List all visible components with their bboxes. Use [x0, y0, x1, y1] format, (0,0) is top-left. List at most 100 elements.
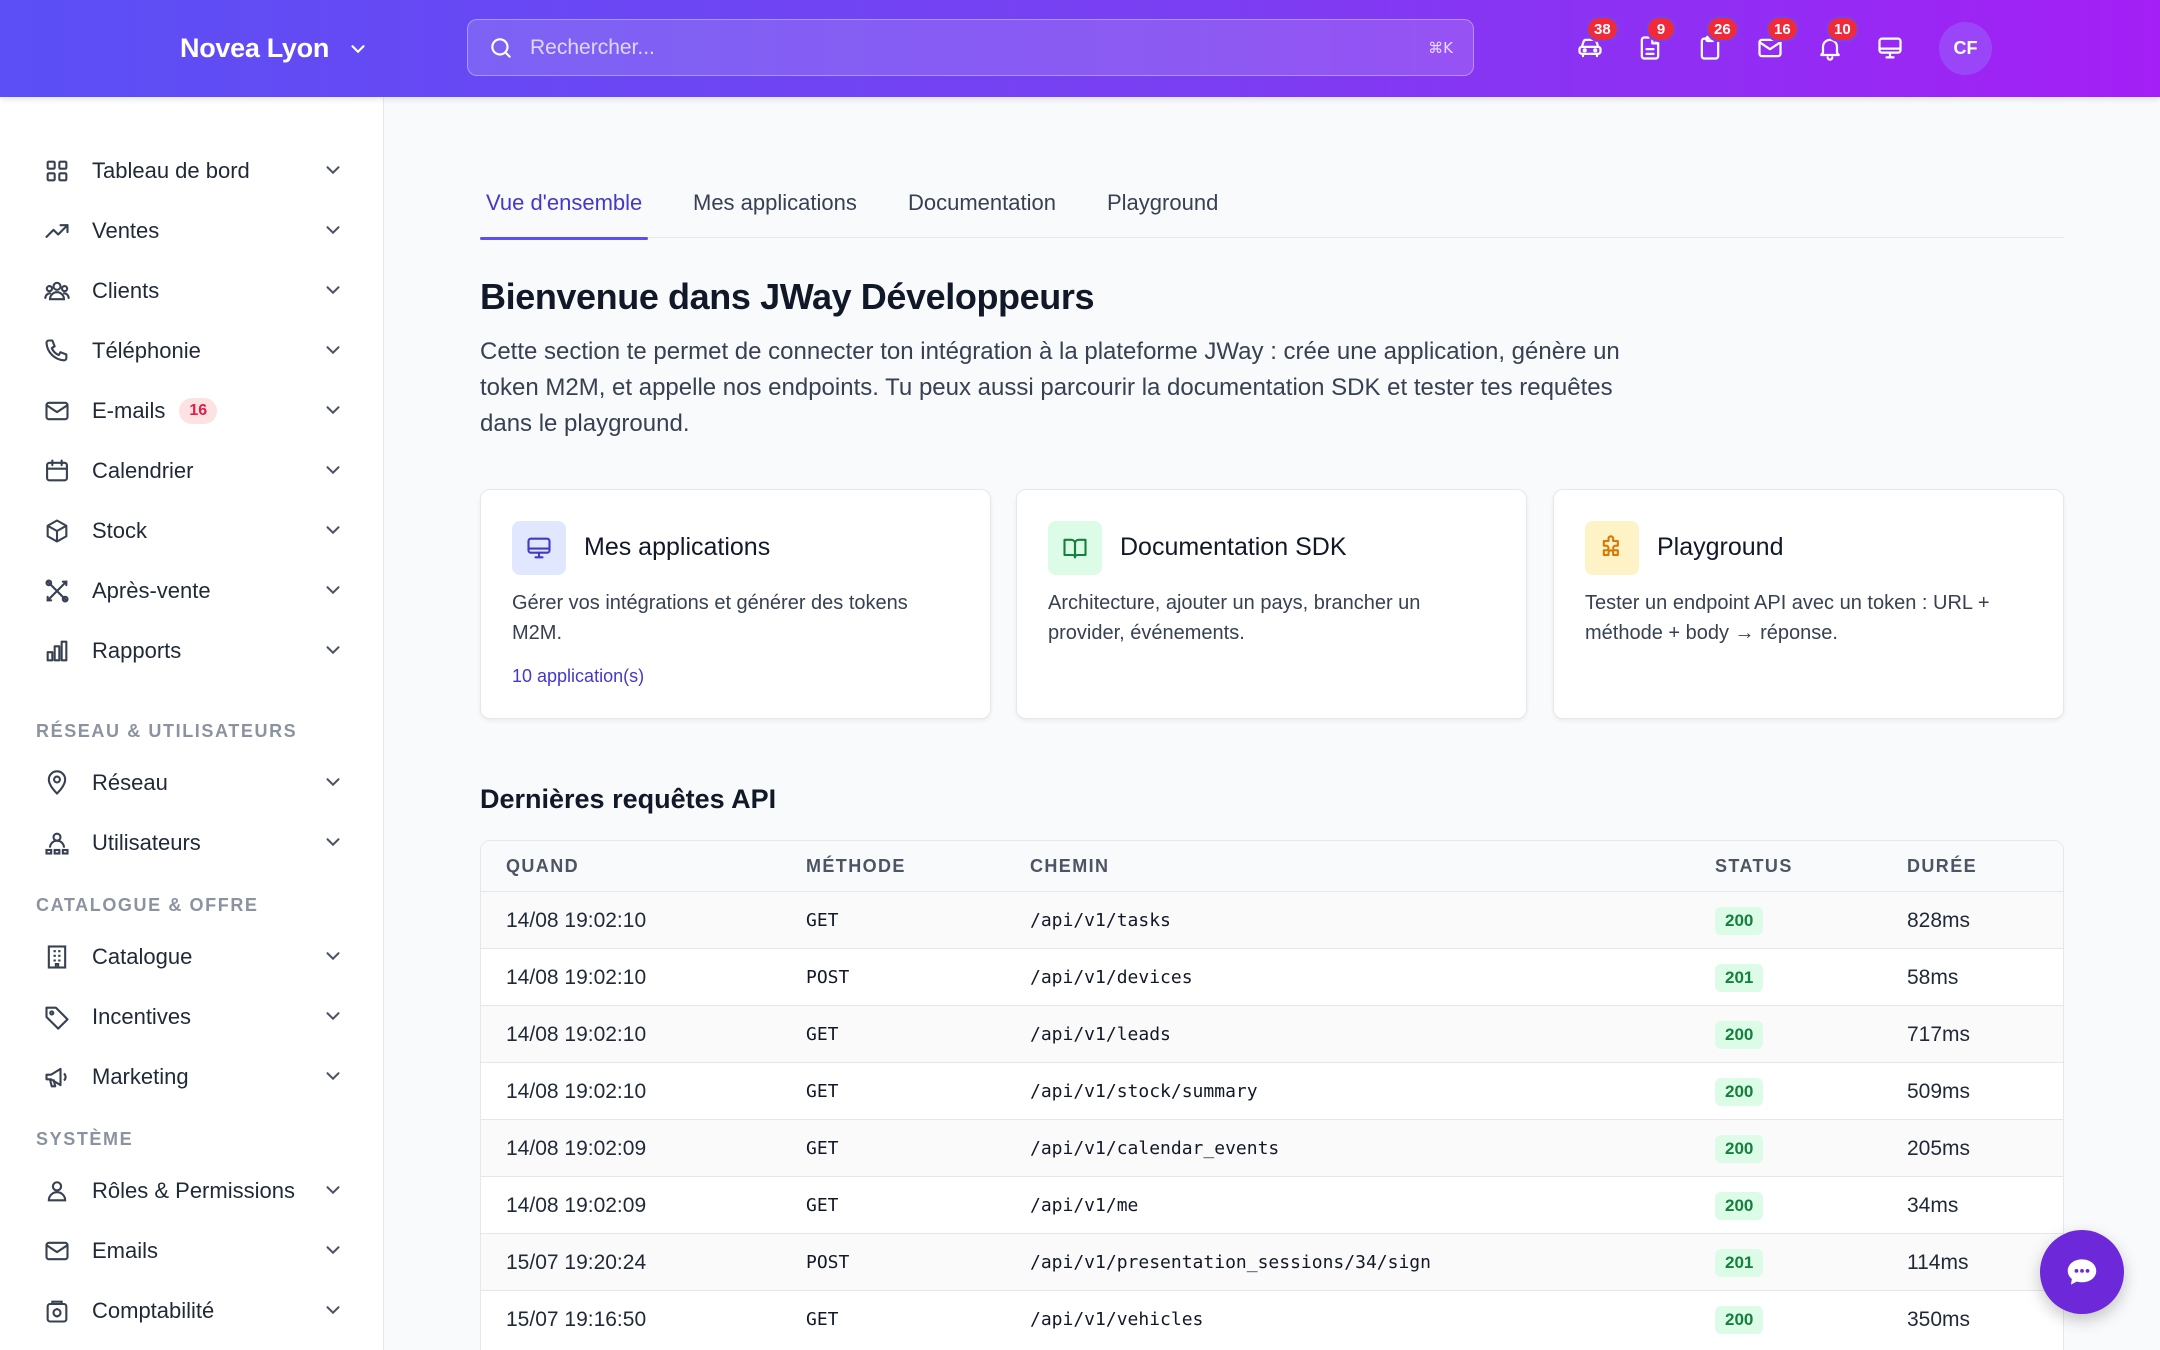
- page-title: Bienvenue dans JWay Développeurs: [480, 276, 1095, 317]
- status-badge: 200: [1715, 1020, 1764, 1049]
- notifications-button[interactable]: 10: [1810, 16, 1859, 68]
- chat-button[interactable]: [2040, 1230, 2124, 1314]
- grid-icon: [42, 156, 72, 186]
- sidebar-item-calendrier[interactable]: Calendrier: [28, 445, 358, 497]
- notification-badge: 26: [1706, 16, 1739, 42]
- location-icon: [42, 768, 72, 798]
- tab-vue-ensemble[interactable]: Vue d'ensemble: [479, 178, 649, 240]
- sidebar-item-incentives[interactable]: Incentives: [28, 991, 358, 1043]
- megaphone-icon: [42, 1062, 72, 1092]
- chevron-down-icon: [326, 1186, 340, 1195]
- sidebar-item-marketing[interactable]: Marketing: [28, 1051, 358, 1103]
- car-button[interactable]: 38: [1570, 16, 1619, 68]
- table-row[interactable]: 14/08 19:02:10 GET /api/v1/tasks 200 828…: [481, 891, 2063, 948]
- cell-method: GET: [806, 1309, 839, 1330]
- cell-duration: 509ms: [1907, 1079, 1971, 1103]
- card-mes-applications[interactable]: Mes applications Gérer vos intégrations …: [480, 489, 991, 719]
- search-shortcut: ⌘K: [1428, 38, 1453, 57]
- table-row[interactable]: 15/07 19:20:24 POST /api/v1/presentation…: [481, 1233, 2063, 1290]
- cell-path: /api/v1/leads: [1030, 1024, 1171, 1045]
- cell-path: /api/v1/vehicles: [1030, 1309, 1204, 1330]
- card-playground[interactable]: Playground Tester un endpoint API avec u…: [1553, 489, 2064, 719]
- display-button[interactable]: [1870, 28, 1910, 68]
- sidebar-item-catalogue[interactable]: Catalogue: [28, 931, 358, 983]
- sidebar-item-label: Réseau: [92, 770, 168, 795]
- card-description: Architecture, ajouter un pays, brancher …: [1048, 592, 1421, 644]
- cell-when: 14/08 19:02:09: [506, 1193, 647, 1217]
- tab-documentation[interactable]: Documentation: [908, 178, 1056, 238]
- sidebar-item-tableau-de-bord[interactable]: Tableau de bord: [28, 145, 358, 197]
- card-description: Gérer vos intégrations et générer des to…: [512, 592, 908, 644]
- card-documentation-sdk[interactable]: Documentation SDK Architecture, ajouter …: [1016, 489, 1527, 719]
- section-heading-catalog: CATALOGUE & OFFRE: [36, 895, 259, 915]
- applications-count-link[interactable]: 10 application(s): [512, 666, 644, 687]
- user-icon: [42, 1176, 72, 1206]
- mail-button[interactable]: 16: [1750, 16, 1799, 68]
- cell-method: GET: [806, 910, 839, 931]
- cell-when: 14/08 19:02:09: [506, 1136, 647, 1160]
- cell-duration: 717ms: [1907, 1022, 1971, 1046]
- cell-when: 15/07 19:16:50: [506, 1307, 647, 1331]
- tasks-button[interactable]: 26: [1690, 16, 1739, 68]
- tab-mes-applications[interactable]: Mes applications: [693, 178, 857, 238]
- tab-playground[interactable]: Playground: [1107, 178, 1218, 238]
- sidebar-item-rapports[interactable]: Rapports: [28, 625, 358, 677]
- table-row[interactable]: 14/08 19:02:10 GET /api/v1/leads 200 717…: [481, 1005, 2063, 1062]
- sidebar-item-stock[interactable]: Stock: [28, 505, 358, 557]
- cell-when: 14/08 19:02:10: [506, 908, 647, 932]
- table-row[interactable]: 14/08 19:02:09 GET /api/v1/calendar_even…: [481, 1119, 2063, 1176]
- sidebar-item-label: Incentives: [92, 1004, 192, 1029]
- top-bar: Novea Lyon ⌘K 38 9 26 16 10 CF: [0, 0, 2160, 97]
- cell-path: /api/v1/devices: [1030, 967, 1193, 988]
- table-row[interactable]: 15/07 19:16:50 GET /api/v1/vehicles 200 …: [481, 1290, 2063, 1347]
- sidebar-item-clients[interactable]: Clients: [28, 265, 358, 317]
- sidebar-item-label: Catalogue: [92, 944, 193, 969]
- sidebar-item-label: Stock: [92, 518, 148, 543]
- documents-button[interactable]: 9: [1630, 16, 1676, 68]
- user-network-icon: [42, 828, 72, 858]
- avatar[interactable]: CF: [1939, 22, 1992, 75]
- table-row[interactable]: 14/08 19:02:10 GET /api/v1/stock/summary…: [481, 1062, 2063, 1119]
- chevron-down-icon: [326, 346, 340, 355]
- requests-section-title: Dernières requêtes API: [480, 784, 777, 814]
- chevron-down-icon: [326, 1246, 340, 1255]
- search-bar[interactable]: ⌘K: [467, 19, 1474, 76]
- brand-name: Novea Lyon: [180, 33, 330, 63]
- mail-icon: [42, 1236, 72, 1266]
- sidebar-item-comptabilite[interactable]: Comptabilité: [28, 1285, 358, 1337]
- sidebar-item-roles-permissions[interactable]: Rôles & Permissions: [28, 1165, 358, 1217]
- sidebar-item-apres-vente[interactable]: Après-vente: [28, 565, 358, 617]
- cell-duration: 828ms: [1907, 908, 1971, 932]
- cell-when: 14/08 19:02:10: [506, 1022, 647, 1046]
- table-row[interactable]: 14/08 19:02:10 POST /api/v1/devices 201 …: [481, 948, 2063, 1005]
- cell-method: POST: [806, 1252, 850, 1273]
- sidebar-item-e-mails[interactable]: E-mails 16: [28, 385, 358, 437]
- notification-badge: 10: [1826, 16, 1859, 42]
- chevron-down-icon: [326, 406, 340, 415]
- brand-switcher[interactable]: Novea Lyon: [180, 0, 369, 97]
- cell-duration: 34ms: [1907, 1193, 1959, 1217]
- sidebar-item-label: Tableau de bord: [92, 158, 250, 183]
- sidebar-item-utilisateurs[interactable]: Utilisateurs: [28, 817, 358, 869]
- chevron-down-icon: [326, 778, 340, 787]
- status-badge: 200: [1715, 1077, 1764, 1106]
- search-input[interactable]: [530, 35, 1429, 60]
- sidebar-item-label: Rapports: [92, 638, 182, 663]
- chevron-down-icon: [326, 838, 340, 847]
- sidebar-item-label: Utilisateurs: [92, 830, 201, 855]
- sidebar-item-ventes[interactable]: Ventes: [28, 205, 358, 257]
- intro-text: Cette section te permet de connecter ton…: [480, 338, 1620, 437]
- cell-duration: 58ms: [1907, 965, 1959, 989]
- sidebar-item-reseau[interactable]: Réseau: [28, 757, 358, 809]
- table-header: [481, 841, 2063, 891]
- sidebar-item-emails[interactable]: Emails: [28, 1225, 358, 1277]
- tag-icon: [42, 1002, 72, 1032]
- search-icon: [491, 37, 511, 58]
- chevron-down-icon: [326, 1306, 340, 1315]
- tools-icon: [42, 576, 72, 606]
- chevron-down-icon: [326, 286, 340, 295]
- sidebar-item-telephonie[interactable]: Téléphonie: [28, 325, 358, 377]
- chevron-down-icon: [326, 166, 340, 175]
- notification-badge: 9: [1646, 16, 1676, 42]
- table-row[interactable]: 14/08 19:02:09 GET /api/v1/me 200 34ms: [481, 1176, 2063, 1233]
